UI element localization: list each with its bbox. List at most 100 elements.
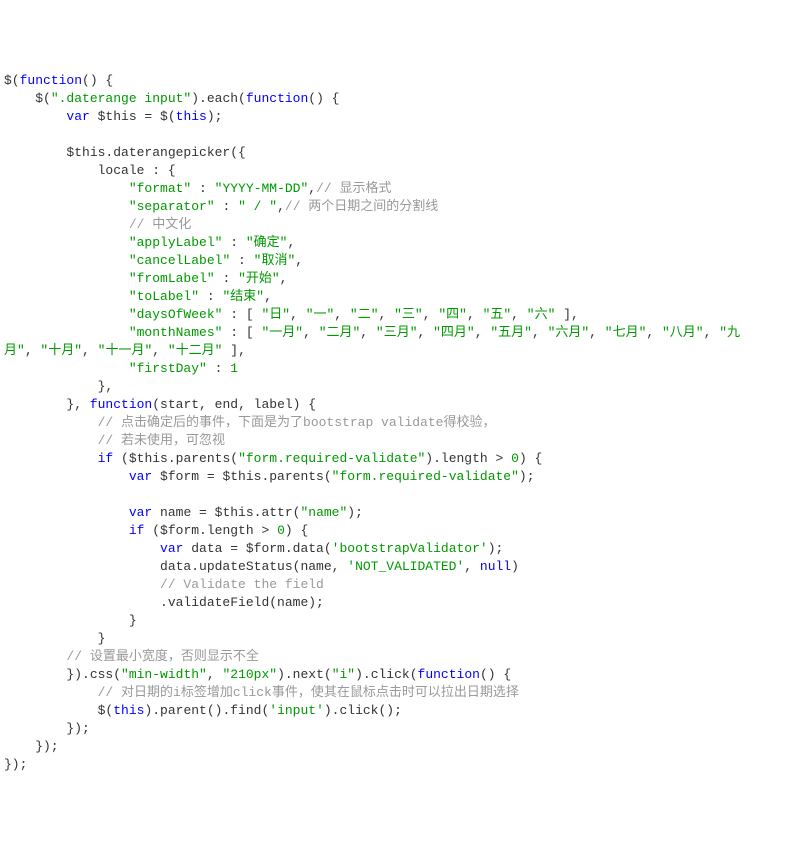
code-token: 'NOT_VALIDATED' (347, 559, 464, 574)
code-token: "一月" (261, 325, 303, 340)
code-token (4, 469, 129, 484)
code-token: }, (4, 397, 90, 412)
code-token: 0 (511, 451, 519, 466)
code-token: "二月" (319, 325, 361, 340)
code-token (4, 505, 129, 520)
code-token (4, 271, 129, 286)
code-token (4, 415, 98, 430)
code-token: , (467, 307, 483, 322)
code-token: // 点击确定后的事件，下面是为了bootstrap validate得校验， (98, 415, 496, 430)
code-token: "三月" (376, 325, 418, 340)
code-token (4, 577, 160, 592)
code-token: , (379, 307, 395, 322)
code-token: function (20, 73, 82, 88)
code-token: "五月" (490, 325, 532, 340)
code-token: $form = $this.parents( (152, 469, 331, 484)
code-token (4, 235, 129, 250)
code-token: $( (4, 703, 113, 718)
code-token: "YYYY-MM-DD" (215, 181, 309, 196)
code-token: , (308, 181, 316, 196)
code-token: , (287, 235, 295, 250)
code-token: "separator" (129, 199, 215, 214)
code-token: "七月" (605, 325, 647, 340)
code-token: if (98, 451, 114, 466)
code-token: , (25, 343, 41, 358)
code-token: "monthNames" (129, 325, 223, 340)
code-token: , (464, 559, 480, 574)
code-token (4, 325, 129, 340)
code-token: this (113, 703, 144, 718)
code-token: : (191, 181, 214, 196)
code-token: $( (4, 73, 20, 88)
code-token: : (215, 199, 238, 214)
code-token: $( (4, 91, 51, 106)
code-token: ).next( (277, 667, 332, 682)
code-token (4, 289, 129, 304)
code-token: 'input' (269, 703, 324, 718)
code-token: "二" (350, 307, 379, 322)
code-token: // 若未使用，可忽视 (98, 433, 225, 448)
code-token: data = $form.data( (183, 541, 331, 556)
code-token: .validateField(name); (4, 595, 324, 610)
code-token: , (277, 199, 285, 214)
code-token: , (207, 667, 223, 682)
code-token: 1 (230, 361, 238, 376)
code-token: this (176, 109, 207, 124)
code-token: , (295, 253, 303, 268)
code-token: , (589, 325, 605, 340)
code-token: ).length > (425, 451, 511, 466)
code-token: data.updateStatus(name, (4, 559, 347, 574)
code-token: , (646, 325, 662, 340)
code-token: // 两个日期之间的分割线 (285, 199, 438, 214)
code-token (4, 685, 98, 700)
code-token: ).each( (191, 91, 246, 106)
code-token (4, 181, 129, 196)
code-token: function (246, 91, 308, 106)
code-token: "三" (394, 307, 423, 322)
code-token: "取消" (254, 253, 296, 268)
code-token: 月" (4, 343, 25, 358)
code-token: 'bootstrapValidator' (332, 541, 488, 556)
code-token: "daysOfWeek" (129, 307, 223, 322)
code-token: "确定" (246, 235, 288, 250)
code-token: ($this.parents( (113, 451, 238, 466)
code-token: ); (519, 469, 535, 484)
code-token: ($form.length > (144, 523, 277, 538)
code-token: "结束" (222, 289, 264, 304)
code-token: "日" (261, 307, 290, 322)
code-token: : (230, 253, 253, 268)
code-token: " / " (238, 199, 277, 214)
code-token: "四" (438, 307, 467, 322)
code-token: // Validate the field (160, 577, 324, 592)
code-token: function (418, 667, 480, 682)
code-token: () { (82, 73, 113, 88)
code-token: "toLabel" (129, 289, 199, 304)
code-token: , (475, 325, 491, 340)
code-token (4, 361, 129, 376)
code-block: $(function() { $(".daterange input").eac… (0, 72, 790, 774)
code-token: , (511, 307, 527, 322)
code-token: "min-width" (121, 667, 207, 682)
code-token: "四月" (433, 325, 475, 340)
code-token: "210px" (222, 667, 277, 682)
code-token: "format" (129, 181, 191, 196)
code-token (4, 523, 129, 538)
code-token: if (129, 523, 145, 538)
code-token: ); (347, 505, 363, 520)
code-token: , (418, 325, 434, 340)
code-token: "八月" (662, 325, 704, 340)
code-token: ], (222, 343, 245, 358)
code-token (4, 217, 129, 232)
code-token: : [ (222, 307, 261, 322)
code-token (4, 253, 129, 268)
code-token: // 对日期的i标签增加click事件，使其在鼠标点击时可以拉出日期选择 (98, 685, 519, 700)
code-token: : (199, 289, 222, 304)
code-token: var (129, 505, 152, 520)
code-token: }, (4, 379, 113, 394)
code-token: , (334, 307, 350, 322)
code-token: "applyLabel" (129, 235, 223, 250)
code-token: "九 (719, 325, 740, 340)
code-token: , (423, 307, 439, 322)
code-token: "六月" (548, 325, 590, 340)
code-token: "一" (306, 307, 335, 322)
